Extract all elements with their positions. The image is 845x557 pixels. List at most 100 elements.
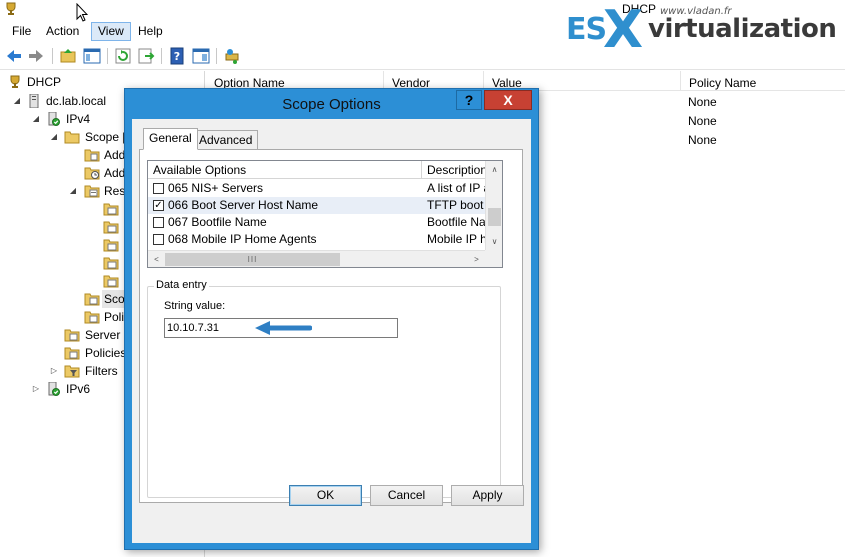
dhcp-app-icon (4, 2, 18, 16)
tree-label: Add (104, 148, 126, 162)
tree-node-ipv4[interactable]: ◢ IPv4 (0, 110, 120, 128)
menu-view[interactable]: View (91, 22, 131, 41)
column-description[interactable]: Description (422, 161, 487, 179)
tree-label: Policies (85, 346, 127, 360)
scroll-down-icon[interactable]: ∨ (486, 233, 503, 250)
server-icon (27, 93, 41, 109)
menu-help[interactable]: Help (132, 22, 169, 41)
tree-node-policies[interactable]: Policies (0, 344, 140, 362)
menu-action[interactable]: Action (40, 22, 85, 41)
mouse-cursor-icon (76, 2, 89, 23)
reservation-icon (103, 274, 119, 288)
tree-node-address-pool[interactable]: Add (0, 146, 140, 164)
menu-file[interactable]: File (6, 22, 37, 41)
show-hide-tree-icon[interactable] (82, 46, 102, 66)
tree-node-scope-policies[interactable]: Poli (0, 308, 140, 326)
option-row[interactable]: 068 Mobile IP Home Agents Mobile IP ho (148, 231, 485, 248)
export-list-icon[interactable] (136, 46, 156, 66)
ok-button[interactable]: OK (289, 485, 362, 506)
collapsed-arrow-icon[interactable]: ▷ (31, 380, 41, 398)
tree-node-server-options[interactable]: Server O (0, 326, 140, 344)
tree-node-ipv6[interactable]: ▷ IPv6 (0, 380, 120, 398)
up-folder-icon[interactable] (58, 46, 78, 66)
apply-button[interactable]: Apply (451, 485, 524, 506)
tree-label: IPv6 (66, 382, 91, 396)
tree-node-dhcp[interactable]: DHCP (0, 73, 100, 91)
option-checkbox[interactable] (153, 234, 164, 245)
tree-node-scope-options[interactable]: Scop (0, 290, 140, 308)
tree-node-reservation[interactable] (0, 200, 140, 218)
logo-site-text: www.vladan.fr (660, 6, 732, 17)
forward-arrow-icon[interactable] (26, 46, 46, 66)
vertical-scrollbar[interactable]: ∧ ∨ (485, 161, 502, 250)
tree-node-reservation[interactable] (0, 236, 140, 254)
option-name: 065 NIS+ Servers (168, 181, 264, 195)
ipv6-server-icon (46, 381, 62, 396)
address-leases-icon (84, 166, 100, 180)
option-checkbox[interactable] (153, 183, 164, 194)
expanded-arrow-icon[interactable]: ◢ (49, 128, 59, 146)
scroll-up-icon[interactable]: ∧ (486, 161, 503, 178)
properties-icon[interactable] (191, 46, 211, 66)
scrollbar-corner (485, 250, 502, 267)
cancel-button[interactable]: Cancel (370, 485, 443, 506)
horizontal-scrollbar[interactable]: < III > (148, 250, 485, 267)
tree-label: Add (104, 166, 126, 180)
option-name: 067 Bootfile Name (168, 215, 267, 229)
option-description: TFTP boot s (427, 198, 485, 212)
reservation-icon (103, 256, 119, 270)
option-checkbox[interactable] (153, 217, 164, 228)
tree-node-reservation[interactable] (0, 254, 140, 272)
tab-general[interactable]: General (143, 128, 198, 150)
reservation-icon (103, 202, 119, 216)
refresh-icon[interactable] (113, 46, 133, 66)
server-options-icon (64, 328, 80, 342)
toolbar-separator (216, 48, 217, 64)
policies-icon (64, 346, 80, 360)
annotation-arrow-icon (252, 321, 313, 335)
options-list-header: Available Options Description (148, 161, 487, 179)
tree-label: IPv4 (66, 112, 91, 126)
scrollbar-thumb[interactable] (488, 208, 501, 226)
close-button[interactable]: X (484, 90, 532, 110)
list-row-policy[interactable]: None (688, 112, 717, 131)
list-row-policy[interactable]: None (688, 93, 717, 112)
expanded-arrow-icon[interactable]: ◢ (12, 92, 22, 110)
dialog-title-bar[interactable]: Scope Options ? X (125, 89, 538, 119)
reservation-icon (103, 238, 119, 252)
column-policy-name[interactable]: Policy Name (681, 71, 845, 91)
tree-node-reservation[interactable] (0, 218, 140, 236)
available-options-list: Available Options Description 065 NIS+ S… (147, 160, 503, 268)
tree-node-server[interactable]: ◢ dc.lab.local (0, 92, 140, 110)
tab-advanced[interactable]: Advanced (193, 130, 259, 150)
tree-label: DHCP (27, 75, 62, 89)
help-icon[interactable]: ? (167, 46, 187, 66)
tree-node-filters[interactable]: ▷ Filters (0, 362, 140, 380)
tree-node-reservation[interactable] (0, 272, 140, 290)
scrollbar-thumb[interactable]: III (165, 253, 340, 266)
back-arrow-icon[interactable] (4, 46, 24, 66)
help-button[interactable]: ? (456, 90, 482, 110)
option-row[interactable]: 067 Bootfile Name Bootfile Nam (148, 214, 485, 231)
scroll-right-icon[interactable]: > (468, 251, 485, 268)
option-row[interactable]: 065 NIS+ Servers A list of IP a (148, 180, 485, 197)
toolbar-separator (107, 48, 108, 64)
collapsed-arrow-icon[interactable]: ▷ (49, 362, 59, 380)
tree-label: Poli (104, 310, 125, 324)
scope-options-dialog: Scope Options ? X General Advanced Avail… (124, 88, 539, 550)
folder-icon (64, 130, 80, 144)
tree-node-reservations[interactable]: ◢ Rese (0, 182, 140, 200)
string-value-label: String value: (164, 300, 226, 312)
option-checkbox-checked[interactable]: ✓ (153, 200, 164, 211)
tree-label: Scope [ (85, 130, 126, 144)
expanded-arrow-icon[interactable]: ◢ (31, 110, 41, 128)
option-row[interactable]: ✓ 066 Boot Server Host Name TFTP boot s (148, 197, 485, 214)
tree-node-address-leases[interactable]: Add (0, 164, 140, 182)
scroll-left-icon[interactable]: < (148, 251, 165, 268)
reservations-icon (84, 184, 100, 198)
filter-icon (64, 364, 80, 378)
column-available-options[interactable]: Available Options (148, 161, 422, 179)
expanded-arrow-icon[interactable]: ◢ (68, 182, 78, 200)
connect-icon[interactable] (222, 46, 242, 66)
list-row-policy[interactable]: None (688, 131, 717, 150)
